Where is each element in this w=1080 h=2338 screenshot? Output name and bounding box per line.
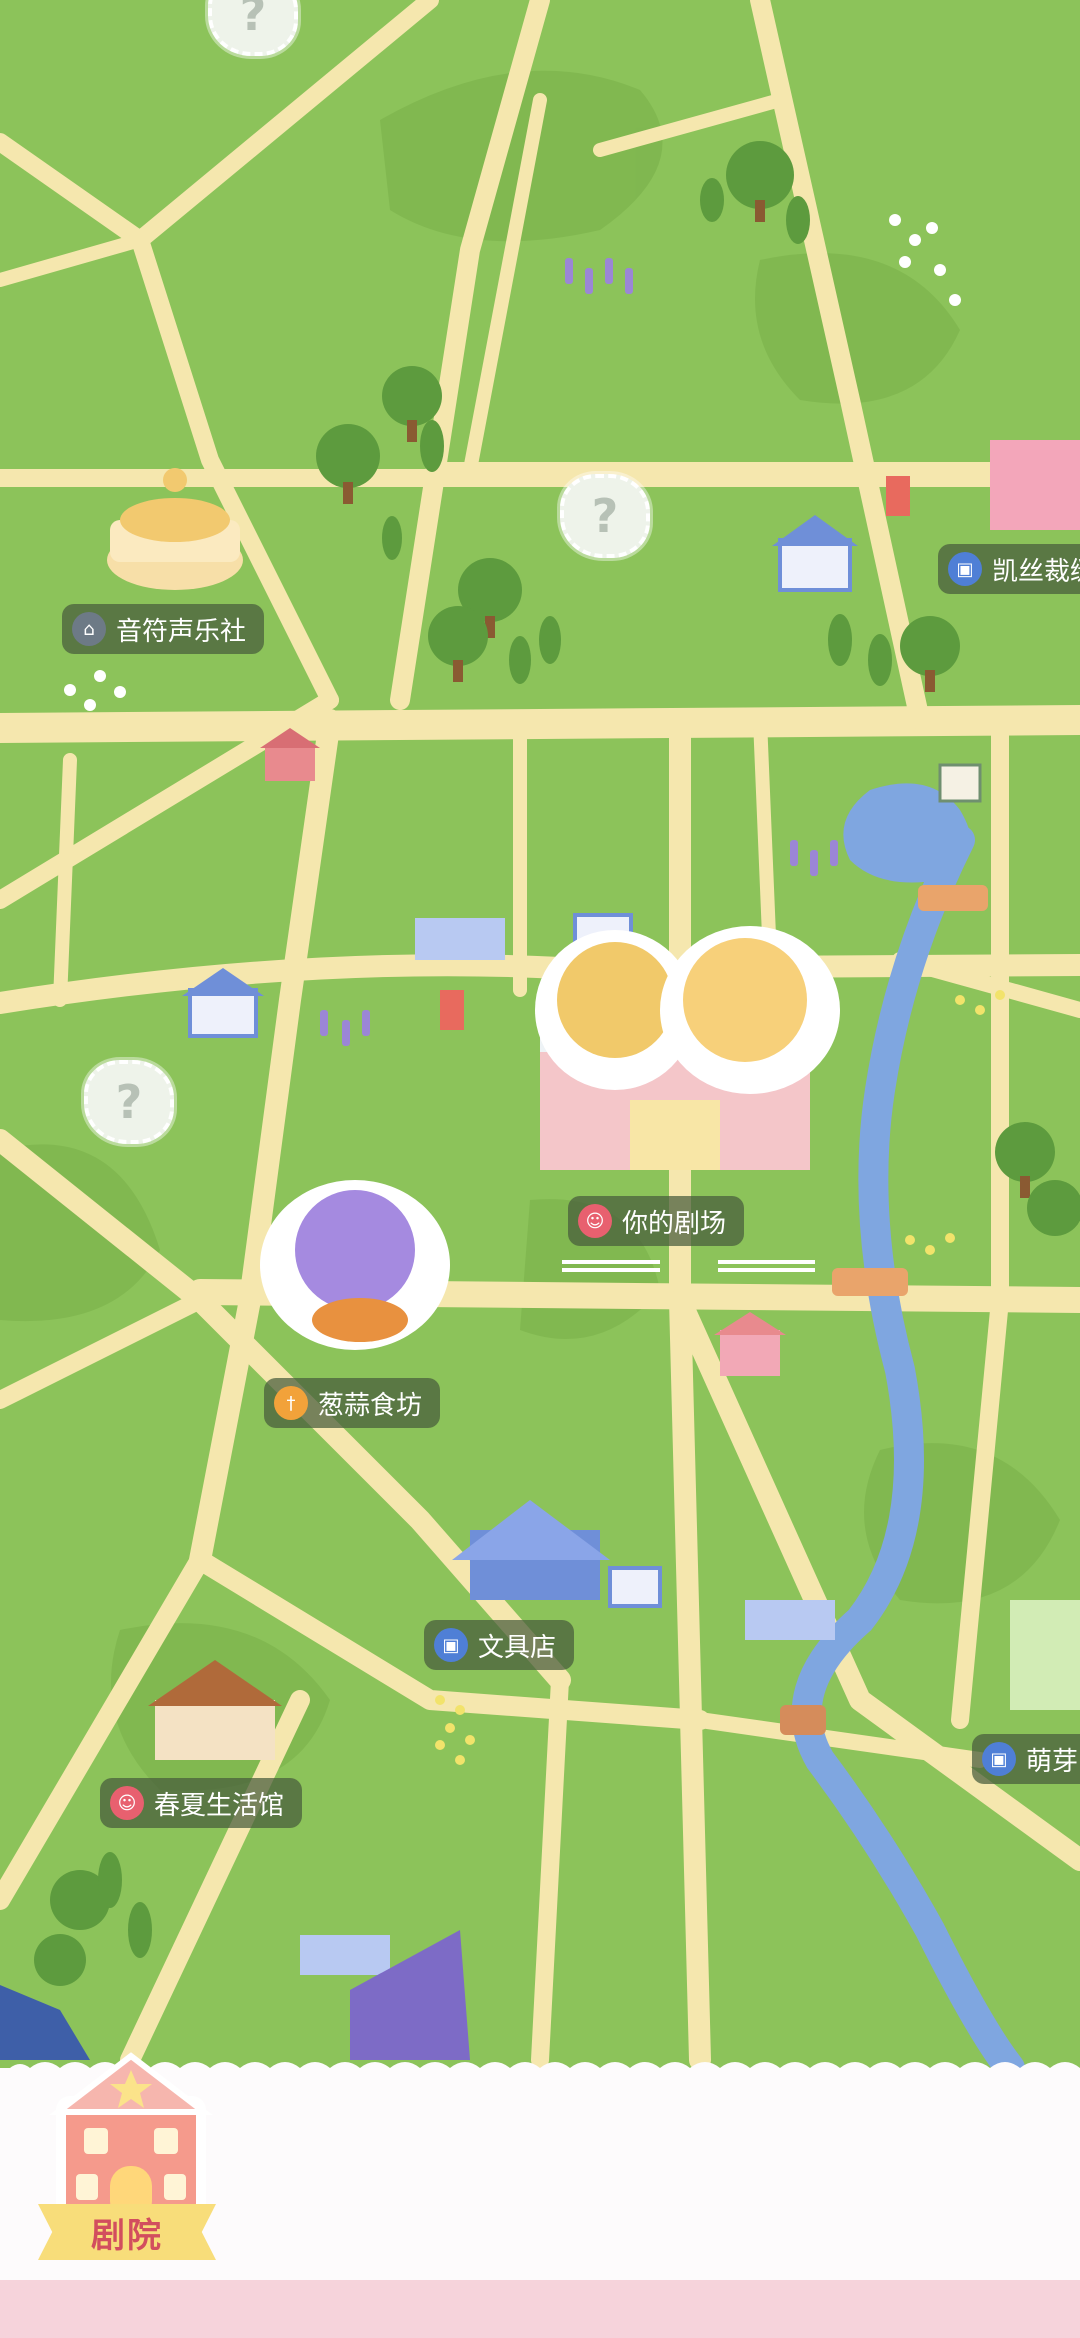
location-label: 萌芽 <box>1026 1746 1079 1777</box>
location-label: 音符声乐社 <box>116 616 247 647</box>
location-pin-your-theater[interactable]: ☺ 你的剧场 <box>568 1196 745 1246</box>
location-pin-garlic-kitchen[interactable]: † 葱蒜食坊 <box>264 1378 441 1428</box>
location-label: 文具店 <box>478 1632 557 1663</box>
unknown-location-marker[interactable]: ? <box>84 1060 174 1144</box>
location-label: 葱蒜食坊 <box>318 1390 423 1421</box>
location-pin-spring-summer-hall[interactable]: ☺ 春夏生活馆 <box>100 1778 303 1828</box>
shopping-bag-icon: ▣ <box>434 1628 468 1662</box>
city-map[interactable] <box>0 0 1080 2338</box>
location-label: 凯丝裁缝 <box>992 556 1080 587</box>
shopping-bag-icon: ▣ <box>948 552 982 586</box>
graduation-cap-icon: ⌂ <box>72 612 106 646</box>
bottom-pink-strip <box>0 2280 1080 2338</box>
location-pin-stationery[interactable]: ▣ 文具店 <box>424 1620 575 1670</box>
fork-knife-icon: † <box>274 1386 308 1420</box>
game-map-screen: ? ? ? ⌂ 音符声乐社 ▣ 凯丝裁缝 ☺ 你的剧场 † 葱蒜食坊 ▣ 文具店… <box>0 0 1080 2338</box>
location-pin-sprout[interactable]: ▣ 萌芽 <box>972 1734 1080 1784</box>
unknown-location-marker[interactable]: ? <box>560 474 650 558</box>
location-pin-kays-tailor[interactable]: ▣ 凯丝裁缝 <box>938 544 1080 594</box>
location-pin-music-club[interactable]: ⌂ 音符声乐社 <box>62 604 265 654</box>
location-label: 你的剧场 <box>622 1208 727 1239</box>
theater-masks-icon: ☺ <box>110 1786 144 1820</box>
tab-theater[interactable]: 剧院 <box>38 2204 216 2260</box>
theater-masks-icon: ☺ <box>578 1204 612 1238</box>
location-label: 春夏生活馆 <box>154 1790 285 1821</box>
shopping-bag-icon: ▣ <box>982 1742 1016 1776</box>
